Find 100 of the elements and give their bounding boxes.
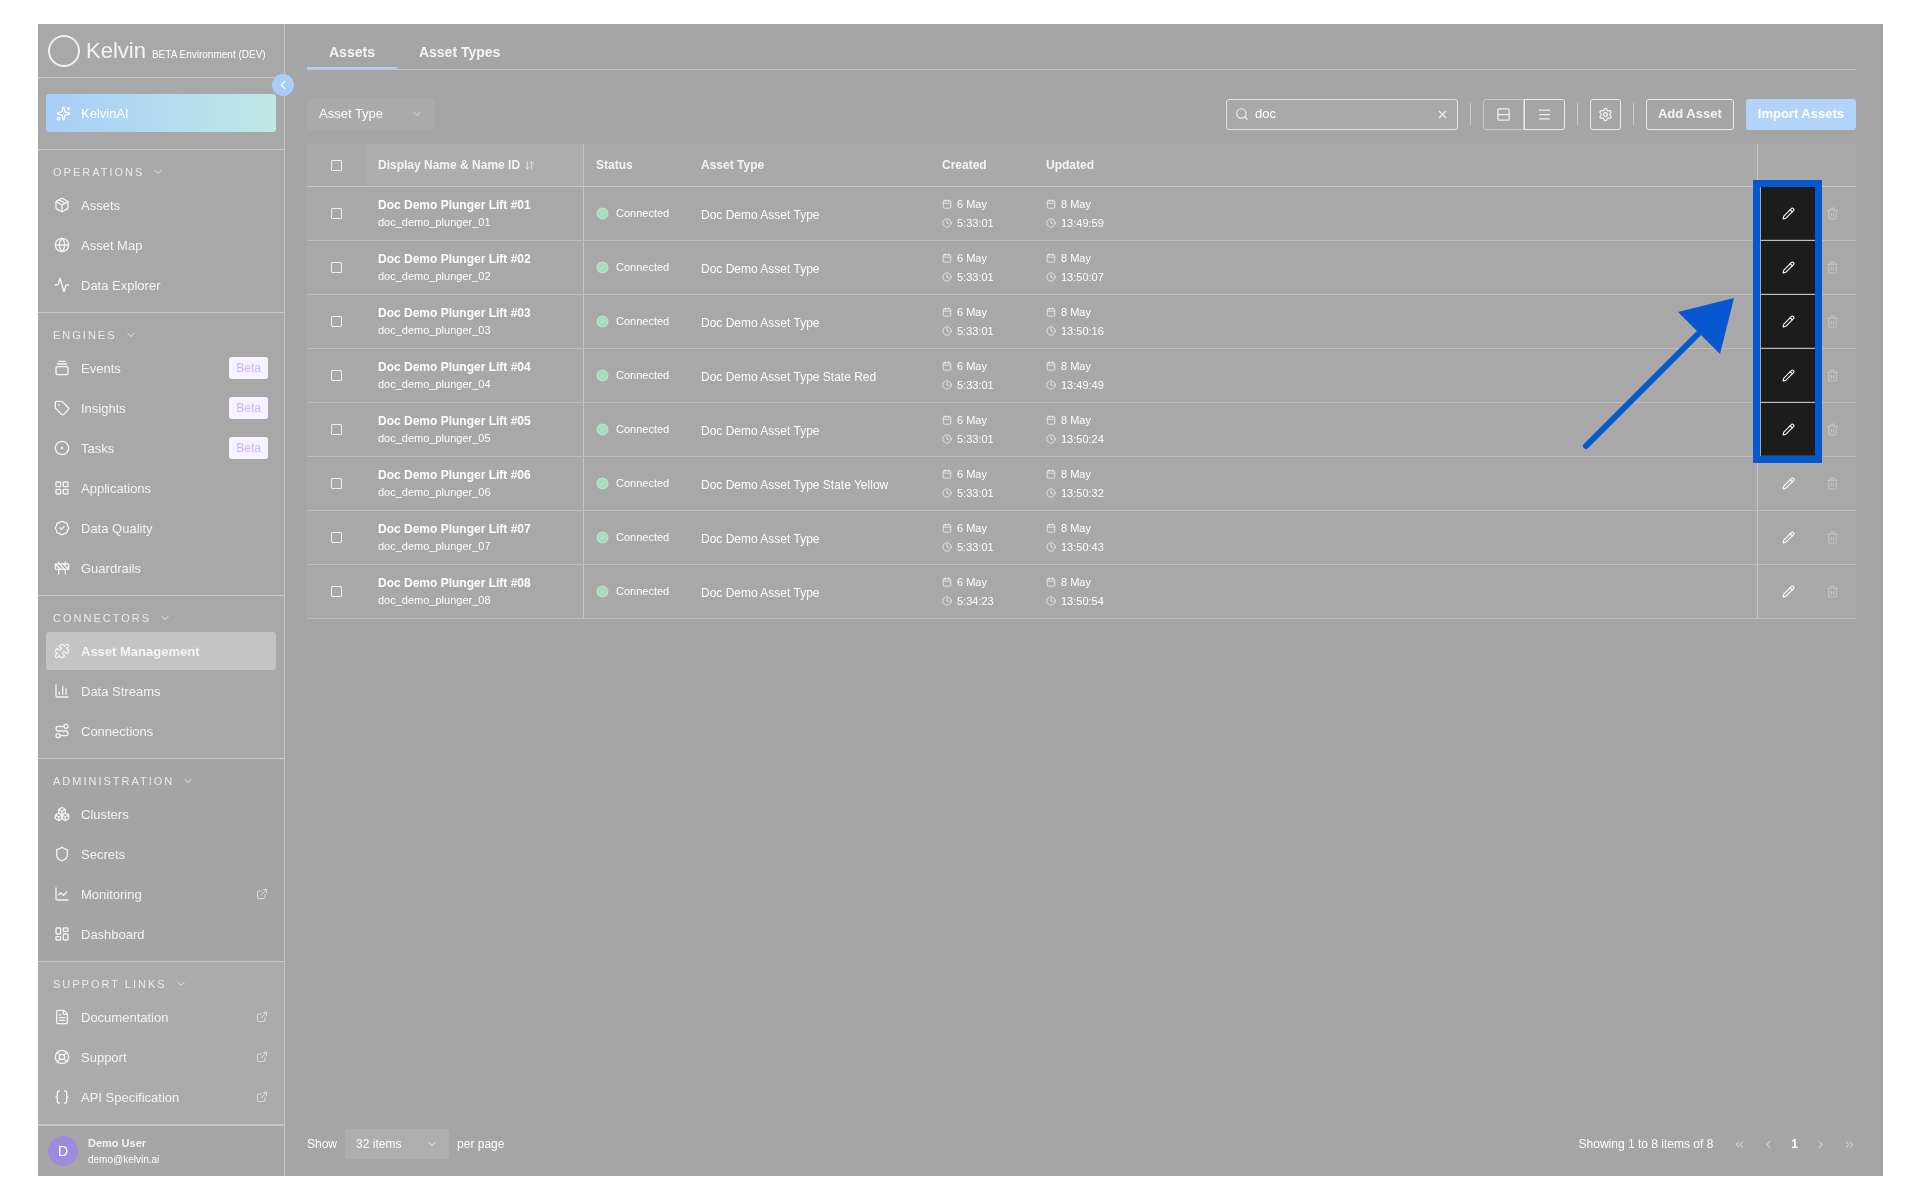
sidebar-item[interactable]: Guardrails: [46, 549, 276, 588]
sidebar-item[interactable]: Monitoring: [46, 875, 276, 914]
environment-label: BETA Environment (DEV): [151, 48, 266, 63]
clock-icon: [942, 217, 952, 228]
status-text: Connected: [616, 422, 670, 438]
collapse-button[interactable]: [272, 74, 294, 96]
row-checkbox[interactable]: [331, 586, 342, 597]
asset-id: doc_demo_plunger_06: [378, 485, 492, 501]
time-text: 5:34:23: [957, 593, 994, 609]
sort-icon[interactable]: [524, 159, 536, 171]
sidebar-item[interactable]: Data Streams: [46, 672, 276, 711]
asset-type-dropdown[interactable]: Asset Type: [307, 98, 435, 130]
sidebar-item[interactable]: Clusters: [46, 795, 276, 834]
ai-button[interactable]: KelvinAI: [46, 94, 276, 133]
tab[interactable]: Asset Types: [396, 42, 523, 69]
pencil-icon: [1782, 422, 1795, 436]
asset-id: doc_demo_plunger_01: [378, 215, 492, 231]
nav-icon: [54, 886, 70, 903]
sidebar-item[interactable]: Insights Beta: [46, 389, 276, 428]
trash-icon[interactable]: [1826, 585, 1839, 598]
row-checkbox[interactable]: [331, 424, 342, 435]
asset-name: Doc Demo Plunger Lift #05: [378, 413, 532, 431]
row-checkbox[interactable]: [331, 208, 342, 219]
date-text: 8 May: [1061, 197, 1091, 212]
trash-icon[interactable]: [1826, 423, 1839, 436]
edit-button[interactable]: [1761, 187, 1816, 240]
list-view-button[interactable]: [1523, 98, 1565, 130]
trash-icon[interactable]: [1826, 315, 1839, 328]
sidebar-item[interactable]: Connections: [46, 712, 276, 751]
pencil-icon: [1782, 314, 1795, 328]
sidebar-item[interactable]: Support: [46, 1038, 276, 1077]
page-size-dropdown[interactable]: 32 items: [345, 1129, 450, 1159]
date-text: 8 May: [1061, 251, 1091, 266]
trash-icon[interactable]: [1826, 369, 1839, 382]
nav-icon: [54, 197, 70, 214]
trash-icon[interactable]: [1826, 477, 1839, 490]
nav-icon: [54, 237, 70, 254]
calendar-icon: [942, 469, 952, 480]
nav-icon: [54, 560, 70, 577]
page-number[interactable]: 1: [1791, 1135, 1798, 1153]
date-text: 8 May: [1061, 359, 1091, 374]
asset-name: Doc Demo Plunger Lift #03: [378, 305, 532, 323]
nav-icon: [54, 926, 70, 943]
nav-icon: [54, 520, 70, 537]
calendar-icon: [942, 415, 952, 426]
tab[interactable]: Assets: [307, 42, 397, 69]
sidebar-item[interactable]: Dashboard: [46, 915, 276, 954]
clock-icon: [942, 595, 952, 606]
nav-icon: [54, 400, 70, 417]
asset-type: Doc Demo Asset Type: [701, 207, 820, 222]
asset-id: doc_demo_plunger_03: [378, 323, 492, 339]
time-text: 13:50:43: [1061, 539, 1104, 555]
status-icon: [596, 261, 609, 274]
import-assets-button[interactable]: Import Assets: [1745, 98, 1856, 130]
show-label: Show: [307, 1136, 338, 1153]
asset-name: Doc Demo Plunger Lift #08: [378, 575, 532, 593]
sidebar-item[interactable]: Events Beta: [46, 349, 276, 388]
trash-icon[interactable]: [1826, 531, 1839, 544]
compact-view-button[interactable]: [1482, 98, 1524, 130]
time-text: 13:50:32: [1061, 485, 1104, 501]
asset-id: doc_demo_plunger_07: [378, 539, 492, 555]
clock-icon: [1046, 595, 1056, 606]
row-checkbox[interactable]: [331, 478, 342, 489]
edit-button[interactable]: [1761, 295, 1816, 348]
sidebar-item[interactable]: API Specification: [46, 1078, 276, 1117]
sidebar-item[interactable]: Secrets: [46, 835, 276, 874]
sidebar-item[interactable]: Documentation: [46, 998, 276, 1037]
column-header: Updated: [1046, 158, 1094, 172]
sidebar-item[interactable]: Asset Map: [46, 226, 276, 265]
settings-button[interactable]: [1589, 98, 1621, 130]
asset-name: Doc Demo Plunger Lift #01: [378, 197, 532, 215]
edit-button[interactable]: [1761, 403, 1816, 456]
beta-badge: Beta: [229, 437, 268, 460]
sidebar-item[interactable]: Tasks Beta: [46, 429, 276, 468]
pagination-summary: Showing 1 to 8 items of 8: [1578, 1136, 1714, 1153]
time-text: 5:33:01: [957, 269, 994, 285]
trash-icon[interactable]: [1826, 207, 1839, 220]
row-checkbox[interactable]: [331, 532, 342, 543]
trash-icon[interactable]: [1826, 261, 1839, 274]
sidebar-item[interactable]: Assets: [46, 186, 276, 225]
search-input[interactable]: doc: [1254, 104, 1430, 124]
nav-icon: [54, 440, 70, 457]
row-checkbox[interactable]: [331, 370, 342, 381]
status-icon: [596, 423, 609, 436]
row-checkbox[interactable]: [331, 316, 342, 327]
search-field[interactable]: doc: [1225, 98, 1458, 130]
asset-type: Doc Demo Asset Type: [701, 423, 820, 438]
sidebar-item[interactable]: Data Quality: [46, 509, 276, 548]
row-checkbox[interactable]: [331, 262, 342, 273]
calendar-icon: [942, 361, 952, 372]
edit-button[interactable]: [1761, 349, 1816, 402]
sidebar-item[interactable]: Applications: [46, 469, 276, 508]
date-text: 8 May: [1061, 521, 1091, 536]
date-text: 6 May: [957, 305, 987, 320]
select-all-checkbox[interactable]: [331, 159, 342, 171]
edit-button[interactable]: [1761, 241, 1816, 294]
status-icon: [596, 531, 609, 544]
sidebar-item[interactable]: Data Explorer: [46, 266, 276, 305]
add-asset-button[interactable]: Add Asset: [1645, 98, 1734, 130]
calendar-icon: [942, 199, 952, 210]
